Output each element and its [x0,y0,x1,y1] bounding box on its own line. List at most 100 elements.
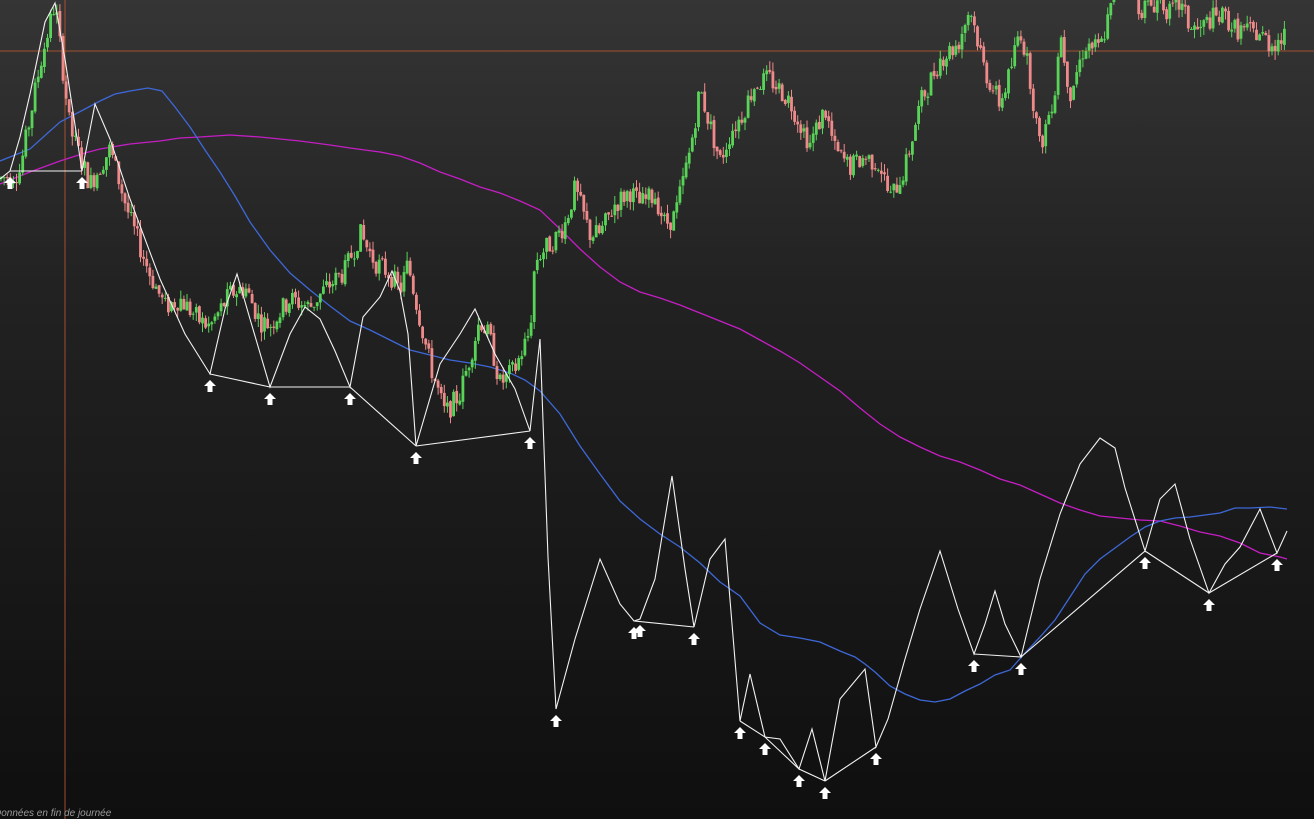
candle [554,231,558,254]
candle [160,292,164,304]
candle-body [771,71,775,89]
candle [418,304,421,327]
candle-body [263,317,266,332]
candle [1019,30,1023,44]
candle-body [796,121,800,125]
candle [1214,0,1218,17]
candle [461,368,465,409]
up-arrow-icon [410,452,422,464]
candle [681,167,685,195]
chart-area[interactable]: Données en fin de journée [0,0,1314,819]
candle [1062,29,1066,66]
candle-body [1227,10,1230,31]
candle-body [619,191,623,210]
candle-body [920,90,924,107]
candle [821,109,824,135]
candle-body [1109,3,1113,16]
candle-body [145,258,149,267]
candle-body [269,326,273,328]
candle [1007,68,1010,99]
candle [780,82,784,102]
candle [1180,0,1184,17]
candle-body [1097,39,1100,43]
candle-body [1007,69,1010,94]
candle [1162,0,1165,15]
candle-body [67,99,71,113]
candle-body [756,87,759,89]
candle-body [402,272,406,292]
candle [424,338,428,350]
candle [858,155,862,168]
candle-body [883,172,886,175]
candle-body [511,362,514,365]
candle [907,150,911,158]
candle [520,350,524,366]
candle-body [861,158,865,166]
candle-body [108,144,111,158]
candle-body [700,92,703,94]
candle-body [151,275,155,288]
candle-body [997,85,1001,107]
candle [1177,0,1181,18]
candle [216,311,220,320]
candle [458,393,462,406]
candle-body [343,260,347,285]
candle [743,116,747,131]
candle-body [694,128,697,138]
candle [560,224,564,243]
candle [982,42,986,66]
candle [402,265,406,297]
candle-body [833,135,837,141]
candle-body [64,81,68,99]
candle [477,317,480,344]
candle-body [1230,29,1234,32]
candle-body [1059,37,1063,58]
candle-body [728,144,731,149]
candle-body [1276,39,1280,52]
candle [98,172,102,175]
candle [1090,41,1094,55]
candle [1146,0,1150,6]
candle-body [849,156,852,175]
candle [808,134,812,150]
candle-body [635,187,638,191]
candle [1236,13,1240,42]
candle-body [160,294,164,298]
candle [18,163,21,186]
candle-body [176,307,180,311]
candle-body [303,305,307,307]
candle [669,222,672,239]
candle-body [1028,53,1032,89]
candles-layer [0,0,1286,424]
candle-body [650,189,654,203]
candle [517,355,521,372]
candle [585,202,589,223]
candle [870,154,874,178]
candle-body [594,225,598,238]
candle [30,110,34,137]
candlestick-chart[interactable] [0,0,1314,819]
candle-body [272,326,276,328]
candle-body [470,359,474,368]
candle [340,269,344,285]
candle [489,322,493,336]
candle [1276,33,1280,56]
candle-body [120,184,124,194]
candle-body [210,322,214,325]
candle-body [858,156,862,168]
candle [405,251,409,275]
candle-body [880,170,883,174]
candle [622,189,626,206]
candle [604,212,607,231]
candle [734,121,738,138]
candle-body [39,65,43,78]
candle-body [712,120,716,149]
candle [266,313,269,329]
candle-body [92,175,96,187]
candle [43,42,46,73]
candle-body [436,380,440,388]
candle-body [1100,38,1103,42]
candle [539,255,542,262]
candle [675,195,679,219]
up-arrow-icon [344,393,356,405]
